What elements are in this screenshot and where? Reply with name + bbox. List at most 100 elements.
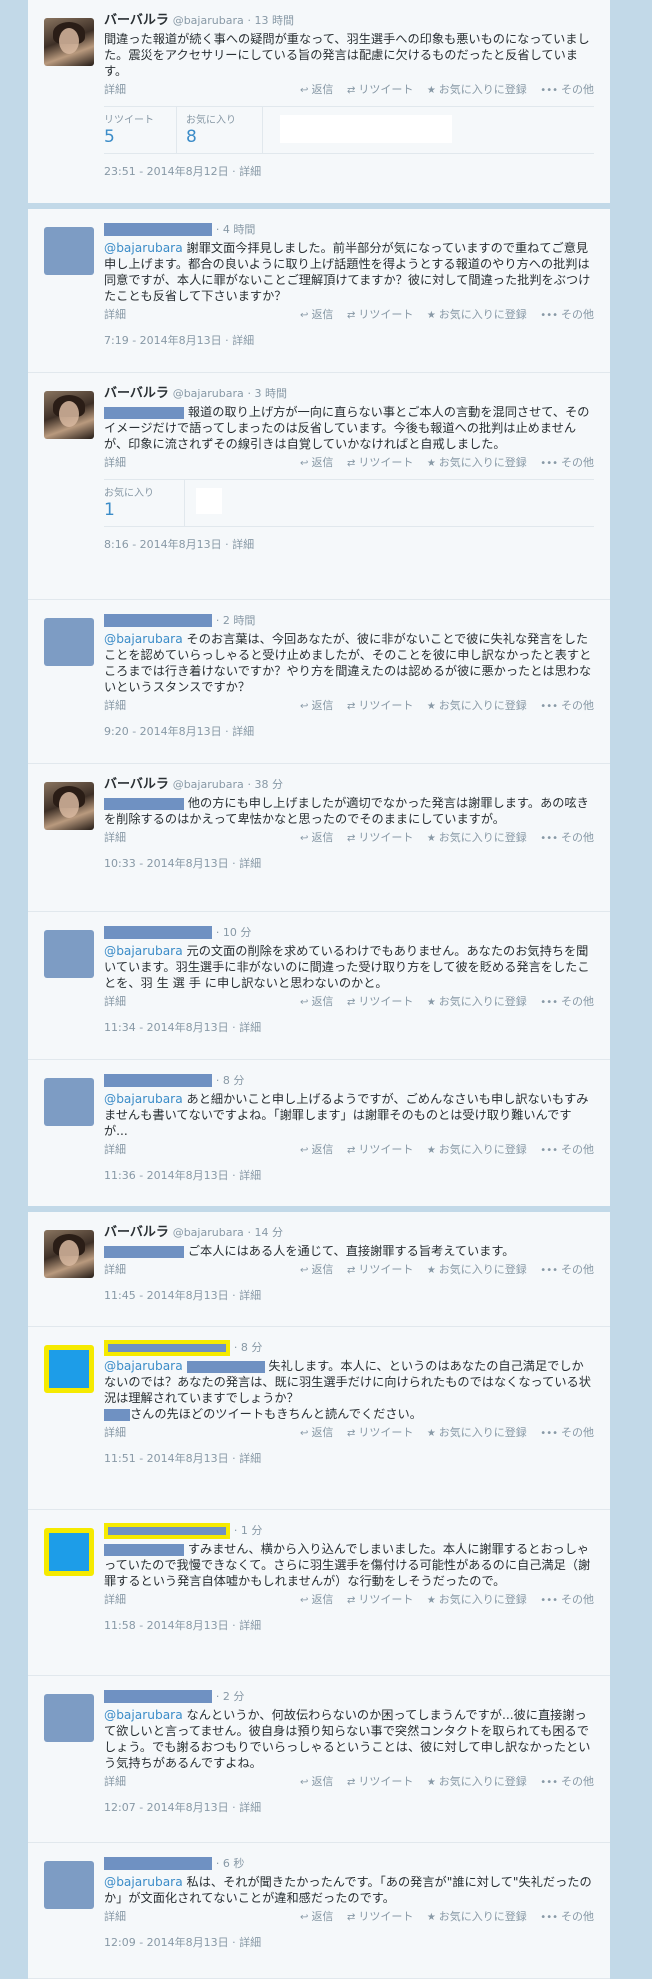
more-button[interactable]: ••• その他 <box>540 699 594 712</box>
timestamp[interactable]: · 8 分 <box>234 1341 263 1354</box>
timestamp[interactable]: · 13 時間 <box>248 14 295 27</box>
favorite-button[interactable]: ★ お気に入りに登録 <box>427 1775 527 1788</box>
detail-link[interactable]: 詳細 <box>104 829 126 845</box>
timestamp[interactable]: · 10 分 <box>216 926 252 939</box>
detail-link[interactable]: 詳細 <box>104 1773 126 1789</box>
timestamp[interactable]: · 14 分 <box>248 1226 284 1239</box>
reply-button[interactable]: ↩ 返信 <box>300 1143 333 1156</box>
favorite-button[interactable]: ★ お気に入りに登録 <box>427 308 527 321</box>
timestamp[interactable]: · 1 分 <box>234 1524 263 1537</box>
more-button[interactable]: ••• その他 <box>540 995 594 1008</box>
reply-button[interactable]: ↩ 返信 <box>300 308 333 321</box>
detail-link[interactable]: 詳細 <box>104 1591 126 1607</box>
tweet-footer[interactable]: 11:51 - 2014年8月13日 · 詳細 <box>104 1450 594 1466</box>
timestamp[interactable]: · 8 分 <box>216 1074 245 1087</box>
retweet-button[interactable]: ⇄ リツイート <box>347 83 413 96</box>
detail-link[interactable]: 詳細 <box>104 1261 126 1277</box>
timestamp[interactable]: · 6 秒 <box>216 1857 245 1870</box>
favorite-button[interactable]: ★ お気に入りに登録 <box>427 456 527 469</box>
detail-link[interactable]: 詳細 <box>104 1424 126 1440</box>
favorite-button[interactable]: ★ お気に入りに登録 <box>427 1263 527 1276</box>
reply-button[interactable]: ↩ 返信 <box>300 456 333 469</box>
retweet-button[interactable]: ⇄ リツイート <box>347 1910 413 1923</box>
user-handle[interactable]: @bajarubara <box>173 387 244 400</box>
tweet-footer[interactable]: 11:45 - 2014年8月13日 · 詳細 <box>104 1287 594 1303</box>
favorite-button[interactable]: ★ お気に入りに登録 <box>427 1593 527 1606</box>
user-handle[interactable]: @bajarubara <box>173 778 244 791</box>
avatar[interactable] <box>44 18 94 66</box>
retweet-button[interactable]: ⇄ リツイート <box>347 1263 413 1276</box>
timestamp[interactable]: · 4 時間 <box>216 223 256 236</box>
more-button[interactable]: ••• その他 <box>540 1263 594 1276</box>
more-button[interactable]: ••• その他 <box>540 83 594 96</box>
favorite-stat[interactable]: お気に入り 8 <box>186 115 236 147</box>
tweet-footer[interactable]: 8:16 - 2014年8月13日 · 詳細 <box>104 536 594 552</box>
tweet[interactable]: · 2 分 @bajarubara なんというか、何故伝わらないのか困ってしまう… <box>28 1676 610 1843</box>
more-button[interactable]: ••• その他 <box>540 456 594 469</box>
mention-link[interactable]: @bajarubara <box>104 1092 183 1106</box>
tweet-footer[interactable]: 11:58 - 2014年8月13日 · 詳細 <box>104 1617 594 1633</box>
favorite-button[interactable]: ★ お気に入りに登録 <box>427 1910 527 1923</box>
mention-link[interactable]: @bajarubara <box>104 1708 183 1722</box>
more-button[interactable]: ••• その他 <box>540 1143 594 1156</box>
detail-link[interactable]: 詳細 <box>104 454 126 470</box>
retweet-button[interactable]: ⇄ リツイート <box>347 308 413 321</box>
reply-button[interactable]: ↩ 返信 <box>300 831 333 844</box>
detail-link[interactable]: 詳細 <box>104 993 126 1009</box>
retweet-button[interactable]: ⇄ リツイート <box>347 456 413 469</box>
avatar[interactable] <box>44 227 94 275</box>
more-button[interactable]: ••• その他 <box>540 1910 594 1923</box>
user-name[interactable]: バーバルラ <box>104 777 169 792</box>
tweet[interactable]: · 10 分 @bajarubara 元の文面の削除を求めているわけでもありませ… <box>28 912 610 1060</box>
retweet-button[interactable]: ⇄ リツイート <box>347 1775 413 1788</box>
tweet-footer[interactable]: 9:20 - 2014年8月13日 · 詳細 <box>104 723 594 739</box>
tweet-footer[interactable]: 10:33 - 2014年8月13日 · 詳細 <box>104 855 594 871</box>
tweet[interactable]: · 6 秒 @bajarubara 私は、それが聞きたかったんです。「あの発言が… <box>28 1843 610 1979</box>
tweet[interactable]: バーバルラ @bajarubara · 13 時間 間違った報道が続く事への疑問… <box>28 0 610 205</box>
user-handle[interactable]: @bajarubara <box>173 14 244 27</box>
avatar[interactable] <box>44 1230 94 1278</box>
favorite-button[interactable]: ★ お気に入りに登録 <box>427 995 527 1008</box>
avatar[interactable] <box>44 1528 94 1576</box>
more-button[interactable]: ••• その他 <box>540 308 594 321</box>
avatar[interactable] <box>44 1694 94 1742</box>
tweet[interactable]: バーバルラ @bajarubara · 3 時間 報道の取り上げ方が一向に直らな… <box>28 373 610 600</box>
detail-link[interactable]: 詳細 <box>104 306 126 322</box>
tweet[interactable]: · 2 時間 @bajarubara そのお言葉は、今回あなたが、彼に非がないこ… <box>28 600 610 764</box>
favorite-button[interactable]: ★ お気に入りに登録 <box>427 1426 527 1439</box>
tweet[interactable]: バーバルラ @bajarubara · 14 分 ご本人にはある人を通じて、直接… <box>28 1212 610 1327</box>
mention-link[interactable]: @bajarubara <box>104 1875 183 1889</box>
more-button[interactable]: ••• その他 <box>540 1775 594 1788</box>
avatar[interactable] <box>44 1078 94 1126</box>
tweet-footer[interactable]: 23:51 - 2014年8月12日 · 詳細 <box>104 163 594 179</box>
mention-link[interactable]: @bajarubara <box>104 632 183 646</box>
favorite-button[interactable]: ★ お気に入りに登録 <box>427 699 527 712</box>
timestamp[interactable]: · 3 時間 <box>248 387 288 400</box>
retweet-button[interactable]: ⇄ リツイート <box>347 699 413 712</box>
avatar[interactable] <box>44 1345 94 1393</box>
mention-link[interactable]: @bajarubara <box>104 1359 183 1373</box>
reply-button[interactable]: ↩ 返信 <box>300 83 333 96</box>
reply-button[interactable]: ↩ 返信 <box>300 1426 333 1439</box>
user-name[interactable]: バーバルラ <box>104 1225 169 1240</box>
favorite-button[interactable]: ★ お気に入りに登録 <box>427 1143 527 1156</box>
favorite-button[interactable]: ★ お気に入りに登録 <box>427 831 527 844</box>
retweet-button[interactable]: ⇄ リツイート <box>347 1593 413 1606</box>
more-button[interactable]: ••• その他 <box>540 1426 594 1439</box>
detail-link[interactable]: 詳細 <box>104 81 126 97</box>
user-name[interactable]: バーバルラ <box>104 13 169 28</box>
more-button[interactable]: ••• その他 <box>540 1593 594 1606</box>
favorite-button[interactable]: ★ お気に入りに登録 <box>427 83 527 96</box>
reply-button[interactable]: ↩ 返信 <box>300 1775 333 1788</box>
tweet[interactable]: · 1 分 すみません、横から入り込んでしまいました。本人に謝罪するとおっしゃっ… <box>28 1510 610 1676</box>
tweet-footer[interactable]: 7:19 - 2014年8月13日 · 詳細 <box>104 332 594 348</box>
favorite-stat[interactable]: お気に入り 1 <box>104 488 154 520</box>
mention-link[interactable]: @bajarubara <box>104 241 183 255</box>
avatar[interactable] <box>44 1861 94 1909</box>
reply-button[interactable]: ↩ 返信 <box>300 699 333 712</box>
avatar[interactable] <box>44 391 94 439</box>
reply-button[interactable]: ↩ 返信 <box>300 1263 333 1276</box>
tweet[interactable]: バーバルラ @bajarubara · 38 分 他の方にも申し上げましたが適切… <box>28 764 610 912</box>
tweet-footer[interactable]: 12:09 - 2014年8月13日 · 詳細 <box>104 1934 594 1950</box>
timestamp[interactable]: · 38 分 <box>248 778 284 791</box>
